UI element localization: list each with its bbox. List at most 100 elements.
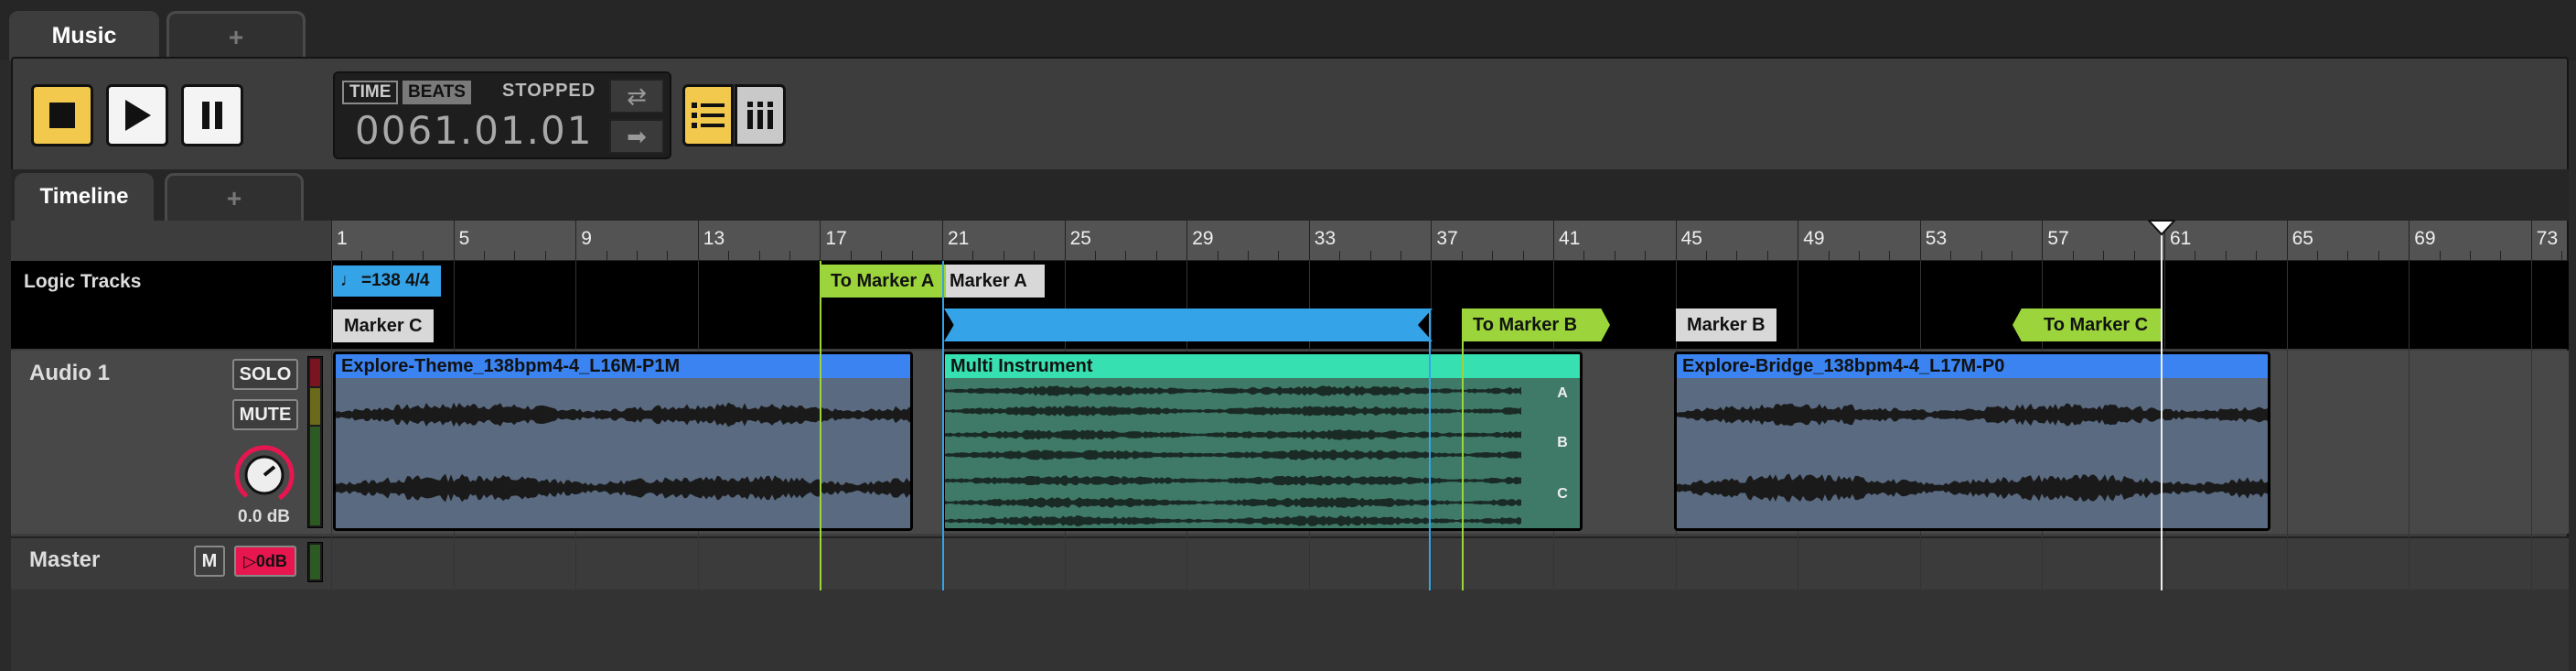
stop-button[interactable] (31, 84, 93, 146)
timeline-ruler[interactable]: 1 5 9 13 17 21 25 29 33 37 41 45 49 53 57 61 65 69 73 (331, 220, 2567, 261)
beats-mode-toggle[interactable]: BEATS (402, 81, 471, 104)
master-mute-button[interactable]: M (194, 546, 225, 577)
ruler-major-tick (1675, 220, 1677, 260)
ruler-minor-tick (1706, 251, 1707, 260)
ruler-minor-tick (2072, 251, 2074, 260)
ruler-minor-tick (2103, 251, 2105, 260)
ruler-major-tick (1919, 220, 1921, 260)
ruler-minor-tick (1766, 251, 1768, 260)
ruler-minor-tick (2133, 251, 2135, 260)
master-level-button[interactable]: ▷ 0dB (234, 546, 296, 577)
master-track (11, 536, 2569, 590)
ruler-major-tick (1553, 220, 1554, 260)
ruler-label: 13 (703, 228, 725, 249)
ruler-major-tick (2042, 220, 2044, 260)
ruler-minor-tick (911, 251, 913, 260)
ruler-minor-tick (423, 251, 424, 260)
time-mode-toggle[interactable]: TIME (342, 81, 399, 104)
ruler-label: 57 (2047, 228, 2069, 249)
ruler-label: 33 (1314, 228, 1336, 249)
ruler-label: 1 (337, 228, 348, 249)
ruler-minor-tick (2225, 251, 2227, 260)
ruler-major-tick (331, 220, 332, 260)
solo-button[interactable]: SOLO (232, 359, 298, 390)
ruler-minor-tick (758, 251, 760, 260)
audio-track (11, 351, 2569, 534)
loop-button[interactable]: ⇄ (609, 79, 664, 114)
ruler-label: 41 (1559, 228, 1581, 249)
top-tab-bar: Music + (0, 0, 2576, 60)
ruler-minor-tick (2470, 251, 2471, 260)
ruler-minor-tick (728, 251, 730, 260)
tab-timeline[interactable]: Timeline (15, 173, 154, 221)
follow-button[interactable]: ➡ (609, 119, 664, 154)
arrow-right-icon: ➡ (627, 122, 647, 150)
ruler-major-tick (1308, 220, 1310, 260)
ruler-minor-tick (361, 251, 363, 260)
position-counter: TIME BEATS STOPPED 0061.01.01 ⇄ ➡ (333, 71, 671, 159)
ruler-label: 53 (1925, 228, 1948, 249)
master-level-value: 0dB (255, 551, 287, 570)
ruler-label: 5 (458, 228, 470, 249)
logic-tracks-label: Logic Tracks (24, 271, 142, 292)
position-display: 0061.01.01 (355, 108, 594, 153)
ruler-minor-tick (850, 251, 852, 260)
master-level-meter (307, 542, 323, 582)
play-icon (125, 100, 151, 131)
ruler-label: 25 (1069, 228, 1091, 249)
ruler-label: 9 (581, 228, 592, 249)
ruler-label: 65 (2292, 228, 2313, 249)
ruler-label: 49 (1803, 228, 1825, 249)
ruler-minor-tick (972, 251, 974, 260)
ruler-label: 21 (948, 228, 970, 249)
inner-tab-bar: Timeline + (11, 169, 2569, 221)
ruler-minor-tick (2377, 251, 2379, 260)
add-tab-button[interactable]: + (166, 11, 306, 60)
mixer-view-icon (747, 102, 773, 129)
master-track-name: Master (29, 547, 101, 572)
ruler-minor-tick (1339, 251, 1341, 260)
add-inner-tab-button[interactable]: + (165, 173, 304, 221)
ruler-major-tick (2164, 220, 2165, 260)
transport-status: STOPPED (502, 81, 596, 101)
ruler-minor-tick (544, 251, 546, 260)
ruler-minor-tick (1369, 251, 1371, 260)
ruler-major-tick (1431, 220, 1433, 260)
ruler-label: 37 (1436, 228, 1458, 249)
play-small-icon: ▷ (243, 551, 256, 570)
ruler-major-tick (820, 220, 821, 260)
ruler-minor-tick (881, 251, 883, 260)
tab-music[interactable]: Music (9, 11, 159, 60)
pause-button[interactable] (181, 84, 243, 146)
list-view-button[interactable] (682, 84, 734, 146)
ruler-major-tick (2286, 220, 2288, 260)
ruler-minor-tick (1248, 251, 1249, 260)
ruler-major-tick (2530, 220, 2532, 260)
empty-track-area (11, 590, 2569, 671)
ruler-minor-tick (637, 251, 638, 260)
ruler-label: 17 (825, 228, 847, 249)
ruler-minor-tick (1492, 251, 1494, 260)
ruler-minor-tick (1125, 251, 1127, 260)
ruler-minor-tick (2256, 251, 2258, 260)
audio-track-name: Audio 1 (29, 361, 110, 385)
ruler-major-tick (575, 220, 577, 260)
mute-button[interactable]: MUTE (232, 399, 298, 430)
ruler-minor-tick (1859, 251, 1860, 260)
ruler-minor-tick (2500, 251, 2502, 260)
ruler-major-tick (453, 220, 455, 260)
ruler-label: 73 (2536, 228, 2559, 249)
ruler-minor-tick (1034, 251, 1036, 260)
ruler-minor-tick (2561, 251, 2563, 260)
mixer-view-button[interactable] (735, 84, 786, 146)
ruler-minor-tick (1950, 251, 1952, 260)
audio-level-meter (307, 356, 323, 528)
volume-knob[interactable] (231, 441, 298, 509)
ruler-minor-tick (1828, 251, 1830, 260)
play-button[interactable] (106, 84, 168, 146)
loop-icon: ⇄ (627, 81, 647, 110)
ruler-minor-tick (484, 251, 485, 260)
ruler-minor-tick (1583, 251, 1585, 260)
ruler-minor-tick (392, 251, 393, 260)
ruler-minor-tick (1095, 251, 1096, 260)
